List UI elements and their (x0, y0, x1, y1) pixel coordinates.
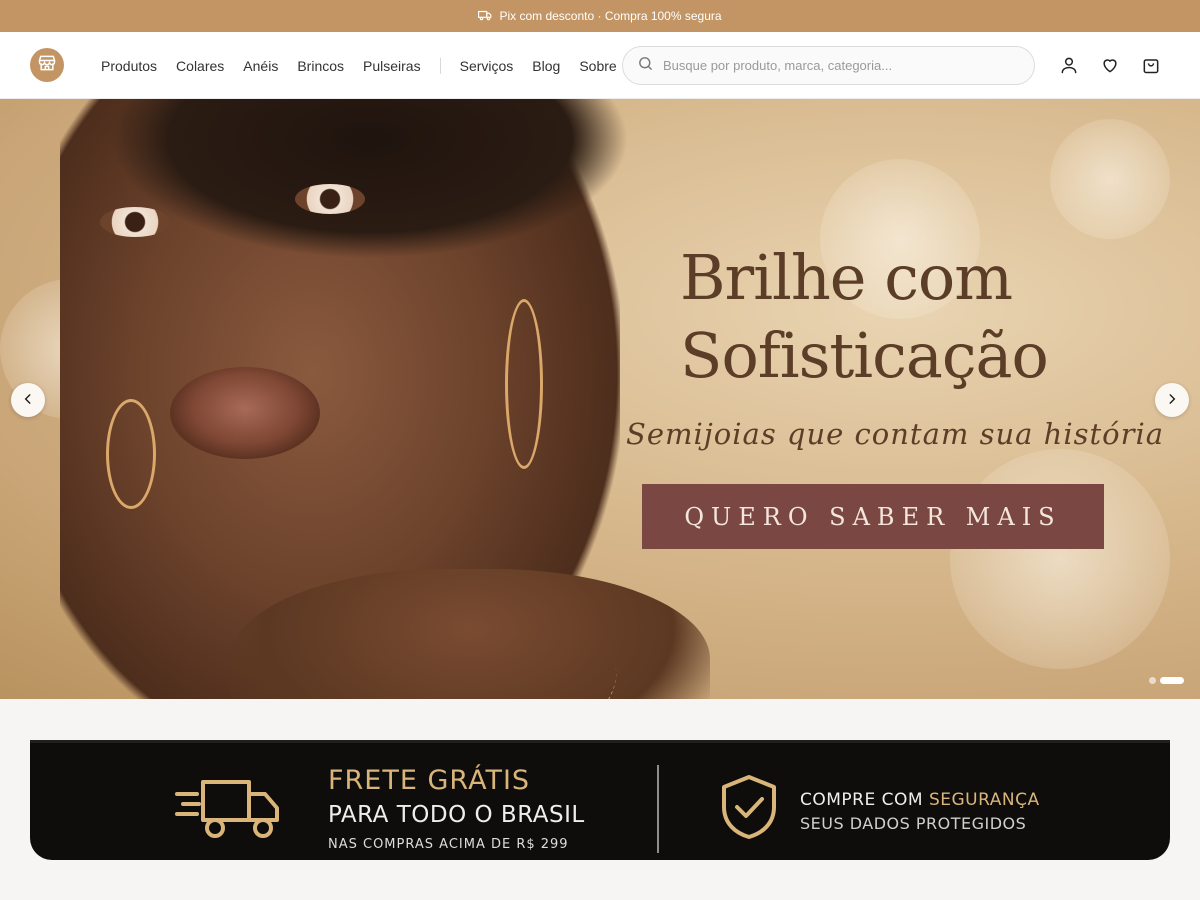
slider-prev-button[interactable] (11, 383, 45, 417)
nav-sobre[interactable]: Sobre (579, 58, 616, 74)
free-shipping-subtitle: PARA TODO O BRASIL (328, 802, 585, 828)
hero-cta-button[interactable]: QUERO SABER MAIS (642, 484, 1104, 549)
chevron-right-icon (1165, 391, 1179, 410)
search-input[interactable] (663, 58, 1023, 73)
model-eye (100, 207, 170, 237)
store-icon (37, 53, 57, 77)
main-nav: Produtos Colares Anéis Brincos Pulseiras… (101, 32, 636, 99)
free-shipping-title: FRETE GRÁTIS (328, 765, 531, 796)
nav-pulseiras[interactable]: Pulseiras (363, 58, 421, 74)
slider-dots (1149, 677, 1184, 684)
slider-dot[interactable] (1149, 677, 1156, 684)
hero-banner: Brilhe com Sofisticação Semijoias que co… (0, 99, 1200, 699)
earring (106, 399, 156, 509)
wishlist-button[interactable] (1100, 55, 1120, 75)
nav-produtos[interactable]: Produtos (101, 58, 157, 74)
benefits-banner: FRETE GRÁTIS PARA TODO O BRASIL NAS COMP… (30, 740, 1170, 860)
shield-check-icon (722, 775, 776, 839)
secure-purchase-title: COMPRE COM SEGURANÇA (800, 790, 1040, 810)
earring (505, 299, 543, 469)
bokeh-light (950, 449, 1170, 669)
nav-blog[interactable]: Blog (532, 58, 560, 74)
nav-brincos[interactable]: Brincos (297, 58, 344, 74)
secure-purchase-title-a: COMPRE COM (800, 790, 929, 810)
truck-icon (478, 8, 492, 25)
free-shipping-condition: NAS COMPRAS ACIMA DE R$ 299 (328, 837, 569, 852)
secure-purchase-subtitle: SEUS DADOS PROTEGIDOS (800, 814, 1027, 833)
search-bar (622, 46, 1035, 85)
slider-dot-active[interactable] (1160, 677, 1184, 684)
store-logo[interactable] (30, 48, 64, 82)
shopping-bag-icon (1141, 59, 1161, 79)
hero-subtitle: Semijoias que contam sua história (626, 417, 1165, 451)
user-icon (1059, 57, 1079, 79)
hero-title-line1: Brilhe com (680, 241, 1013, 314)
bokeh-light (1050, 119, 1170, 239)
nav-servicos[interactable]: Serviços (460, 58, 514, 74)
search-icon (637, 55, 654, 76)
model-lips (170, 367, 320, 459)
account-button[interactable] (1059, 55, 1079, 75)
secure-purchase-title-b: SEGURANÇA (928, 790, 1040, 810)
delivery-truck-icon (175, 780, 279, 838)
banner-divider (657, 765, 659, 853)
slider-next-button[interactable] (1155, 383, 1189, 417)
chevron-left-icon (21, 391, 35, 410)
hero-title: Brilhe com Sofisticação (680, 239, 1049, 395)
heart-icon (1100, 59, 1120, 79)
model-eye (295, 184, 365, 214)
cart-button[interactable] (1141, 55, 1161, 75)
nav-aneis[interactable]: Anéis (243, 58, 278, 74)
announcement-bar: Pix com desconto · Compra 100% segura (0, 0, 1200, 32)
nav-colares[interactable]: Colares (176, 58, 224, 74)
hero-title-line2: Sofisticação (680, 319, 1049, 392)
nav-divider (439, 57, 441, 74)
announcement-text: Pix com desconto · Compra 100% segura (499, 9, 722, 23)
site-header: Produtos Colares Anéis Brincos Pulseiras… (0, 32, 1200, 99)
